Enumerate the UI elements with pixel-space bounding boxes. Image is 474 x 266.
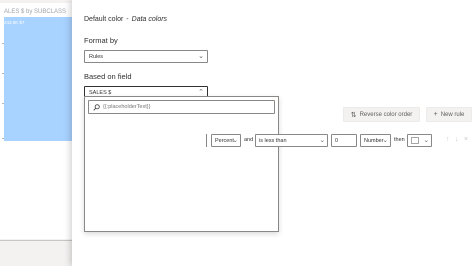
reverse-color-order-button[interactable]: ⇅ Reverse color order: [343, 107, 420, 122]
chevron-down-icon: ⌄: [423, 137, 429, 144]
field-search-input[interactable]: [103, 104, 263, 110]
rule-color-picker[interactable]: ⌄: [407, 134, 432, 147]
delete-rule-icon[interactable]: ×: [464, 135, 468, 145]
rule-operator: is less than: [259, 137, 287, 144]
breadcrumb-current: Data colors: [131, 16, 168, 23]
based-on-field-label: Based on field: [84, 72, 132, 81]
chevron-down-icon: ⌄: [319, 137, 325, 144]
visual-title: ALES $ by SUBCLASS: [4, 9, 67, 15]
data-colors-dialog: Default color - Data colors Format by Rule…: [72, 0, 474, 266]
arrow-up-icon[interactable]: ↑: [446, 135, 450, 145]
axis-tick: [2, 43, 4, 44]
breadcrumb-parent: Default color: [84, 16, 124, 23]
format-by-label: Format by: [84, 36, 118, 45]
new-rule-button[interactable]: + New rule: [426, 107, 472, 122]
breadcrumb: Default color - Data colors: [84, 16, 167, 23]
bar-data-label: 243.8K $7: [4, 20, 25, 25]
chevron-down-icon: ⌄: [232, 137, 238, 144]
swap-vertical-icon: ⇅: [350, 111, 357, 119]
based-on-field-value: SALES $: [89, 89, 112, 96]
rule-row: Percent ⌄ and is less than ⌄ 0 Number ⌄ …: [72, 134, 474, 147]
rule-value-unit-dropdown[interactable]: Number ⌄: [360, 134, 391, 147]
chart-bar[interactable]: [4, 17, 72, 141]
field-search-box[interactable]: [88, 100, 275, 114]
axis-tick: [2, 138, 4, 139]
new-rule-label: New rule: [440, 111, 465, 118]
rule-then-label: then: [394, 137, 405, 143]
rule-if-field-edge[interactable]: [203, 134, 207, 147]
axis-tick: [2, 103, 4, 104]
rule-value-input[interactable]: 0: [331, 134, 357, 147]
canvas-divider: [0, 240, 72, 241]
chevron-down-icon: ⌄: [198, 53, 204, 60]
plus-icon: +: [433, 111, 438, 118]
arrow-down-icon[interactable]: ↓: [455, 135, 459, 145]
format-by-dropdown[interactable]: Rules ⌄: [84, 50, 208, 63]
rule-value-type-dropdown[interactable]: Percent ⌄: [211, 134, 241, 147]
rule-value: 0: [335, 137, 339, 144]
axis-tick: [2, 73, 4, 74]
search-icon: [93, 103, 100, 111]
color-swatch: [411, 137, 419, 144]
format-by-value: Rules: [89, 53, 104, 60]
bar-chart-visual[interactable]: ALES $ by SUBCLASS 243.8K $7: [0, 3, 72, 239]
rule-operator-dropdown[interactable]: is less than ⌄: [255, 134, 328, 147]
breadcrumb-separator: -: [126, 16, 129, 23]
reverse-color-order-label: Reverse color order: [359, 111, 413, 118]
field-picker-panel: [84, 96, 279, 232]
rule-and-label: and: [244, 137, 254, 143]
rule-value-unit: Number: [364, 137, 384, 144]
chevron-down-icon: ⌄: [382, 137, 388, 144]
rule-value-type: Percent: [215, 137, 234, 144]
